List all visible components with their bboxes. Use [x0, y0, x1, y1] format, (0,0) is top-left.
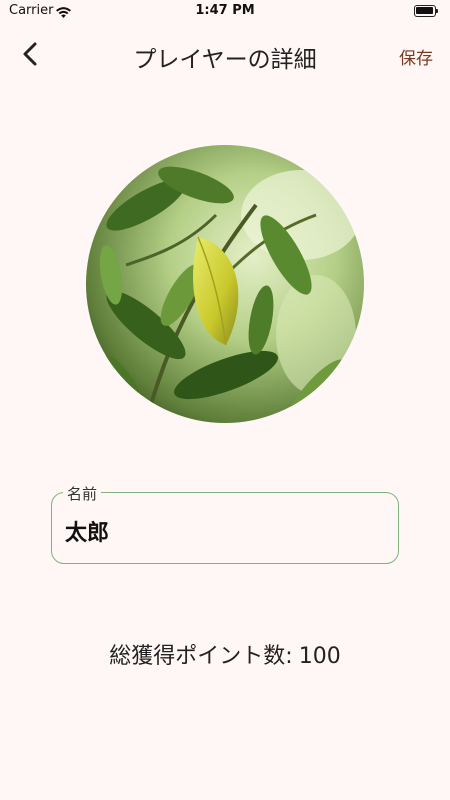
total-points-value: 100 — [298, 644, 341, 669]
navigation-bar: プレイヤーの詳細 保存 — [0, 28, 450, 80]
status-time: 1:47 PM — [195, 3, 255, 18]
save-button[interactable]: 保存 — [399, 44, 433, 69]
leaf-photo-image — [86, 145, 364, 423]
name-field-label: 名前 — [63, 483, 102, 504]
name-field[interactable]: 名前 太郎 — [51, 483, 399, 564]
player-avatar[interactable] — [86, 145, 364, 423]
name-field-value[interactable]: 太郎 — [65, 515, 109, 547]
status-bar: Carrier 1:47 PM — [0, 0, 450, 24]
total-points-label: 総獲得ポイント数: — [109, 644, 293, 669]
total-points: 総獲得ポイント数: 100 — [0, 638, 450, 670]
page-title: プレイヤーの詳細 — [133, 47, 317, 73]
battery-icon — [414, 5, 438, 17]
